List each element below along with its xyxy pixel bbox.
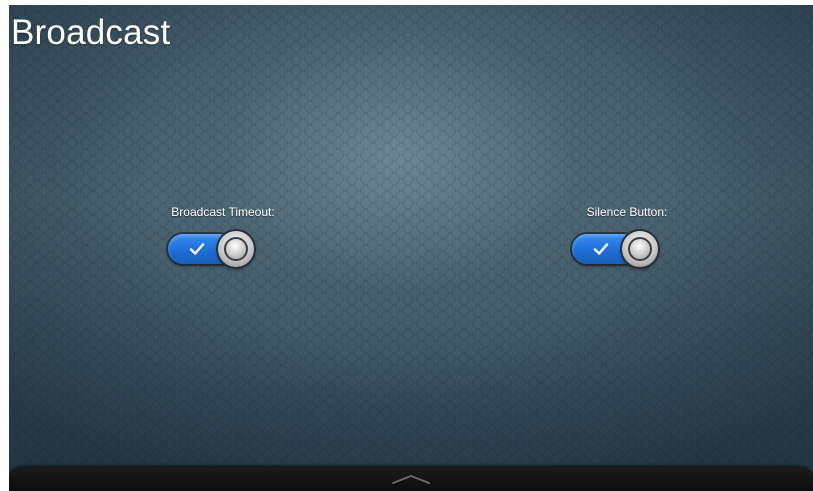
broadcast-screen: Broadcast Broadcast Timeout: Silence But… xyxy=(9,5,813,491)
bottom-bar xyxy=(9,466,813,491)
toggle-knob-center xyxy=(628,237,652,261)
toggle-knob[interactable] xyxy=(622,231,658,267)
toggle-knob-center xyxy=(224,237,248,261)
silence-button-toggle[interactable] xyxy=(572,230,658,267)
page-title: Broadcast xyxy=(11,13,171,52)
app-frame: Broadcast Broadcast Timeout: Silence But… xyxy=(0,0,813,491)
broadcast-timeout-label: Broadcast Timeout: xyxy=(171,205,275,219)
silence-button-label: Silence Button: xyxy=(586,205,668,219)
setting-broadcast-timeout: Broadcast Timeout: xyxy=(143,205,303,267)
background-vignette xyxy=(9,5,813,491)
checkmark-icon xyxy=(189,243,205,255)
checkmark-icon xyxy=(593,243,609,255)
broadcast-timeout-toggle[interactable] xyxy=(168,230,254,267)
chevron-up-icon[interactable] xyxy=(391,472,431,486)
setting-silence-button: Silence Button: xyxy=(547,205,707,267)
toggle-knob[interactable] xyxy=(218,231,254,267)
